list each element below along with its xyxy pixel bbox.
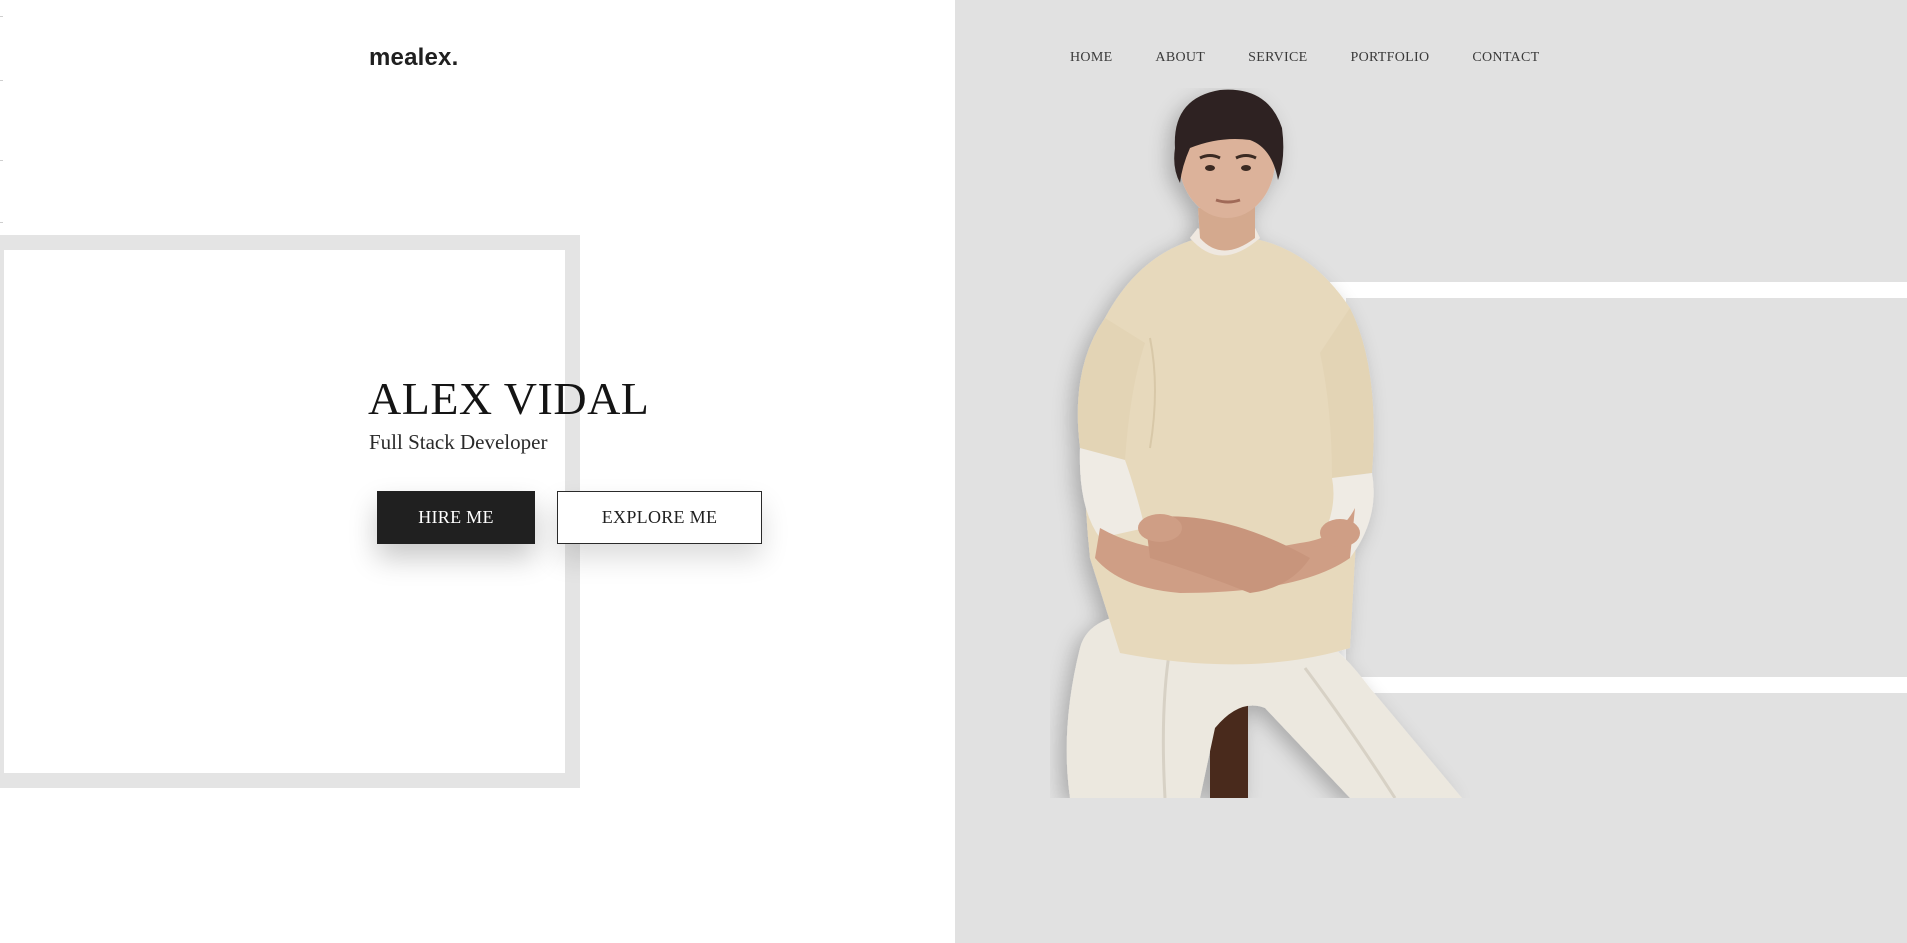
nav-item-home[interactable]: HOME: [1070, 50, 1112, 66]
nav-item-about[interactable]: ABOUT: [1155, 50, 1205, 66]
hero-name: ALEX VIDAL: [368, 373, 650, 424]
nav-item-contact[interactable]: CONTACT: [1472, 50, 1539, 66]
landing-page: mealex. HOME ABOUT SERVICE PORTFOLIO CON…: [0, 0, 1907, 943]
hero-role: Full Stack Developer: [369, 430, 548, 454]
site-logo[interactable]: mealex.: [369, 44, 458, 72]
main-nav: HOME ABOUT SERVICE PORTFOLIO CONTACT: [1070, 50, 1582, 66]
hire-me-button[interactable]: HIRE ME: [377, 491, 535, 544]
person-portrait-photo: [1066, 89, 1462, 798]
nav-item-portfolio[interactable]: PORTFOLIO: [1350, 50, 1429, 66]
nav-item-service[interactable]: SERVICE: [1248, 50, 1307, 66]
explore-me-button[interactable]: EXPLORE ME: [557, 491, 762, 544]
